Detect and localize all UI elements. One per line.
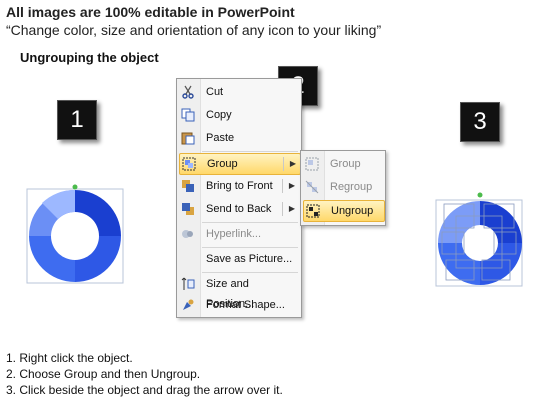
hyperlink-icon [182,230,193,238]
menu-item-hyperlink[interactable]: Hyperlink... [179,224,299,244]
submenu-item-label: Regroup [330,181,373,193]
step-box-1: 1 [57,100,97,140]
page-subtitle: “Change color, size and orientation of a… [6,22,382,38]
menu-item-label: Save as Picture... [206,253,293,265]
menu-item-label: Bring to Front [206,180,273,192]
chevron-right-icon: ▶ [289,159,296,168]
menu-item-copy[interactable]: Copy [179,105,299,125]
submenu-item-label: Group [330,158,361,170]
chevron-right-icon: ▶ [288,204,295,213]
menu-item-save-as-picture[interactable]: Save as Picture... [179,249,299,269]
chevron-right-icon: ▶ [288,181,295,190]
section-heading: Ungrouping the object [20,50,159,65]
menu-item-label: Group [207,158,238,170]
submenu-item-regroup[interactable]: Regroup [303,177,383,197]
menu-item-label: Format Shape... [206,299,285,311]
menu-item-format-shape[interactable]: Format Shape... [179,295,299,315]
group-icon [182,157,196,171]
menu-item-label: Paste [206,132,235,144]
submenu-item-label: Ungroup [331,205,374,217]
scissors-icon [182,85,194,99]
paste-icon [181,132,195,145]
menu-item-group[interactable]: Group ▶ [179,153,301,175]
menu-item-label: Hyperlink... [206,228,262,240]
instruction-step-2: 2. Choose Group and then Ungroup. [6,367,201,381]
menu-item-send-to-back[interactable]: Send to Back ▶ [179,199,299,219]
menu-item-label: Send to Back [206,203,272,215]
format-shape-icon [183,299,194,310]
group-submenu: Group Regroup Ungroup [300,150,386,226]
menu-item-size-and-position[interactable]: Size and Position... [179,274,299,310]
submenu-item-ungroup[interactable]: Ungroup [303,200,385,222]
donut-object-grouped[interactable] [20,180,130,292]
context-menu: Cut Copy Paste Group ▶ Bring to Front ▶ … [176,78,302,318]
menu-item-paste[interactable]: Paste [179,128,299,148]
send-to-back-icon [182,203,194,215]
group-icon [305,157,319,171]
rotate-handle[interactable] [477,192,483,198]
menu-separator [202,247,298,248]
instruction-step-1: 1. Right click the object. [6,351,133,365]
instruction-step-3: 3. Click beside the object and drag the … [6,383,283,397]
menu-separator [202,272,298,273]
menu-item-label: Cut [206,86,224,98]
instruction-list: 1. Right click the object. 2. Choose Gro… [6,350,283,398]
menu-separator [202,222,298,223]
copy-icon [181,108,195,122]
page-title: All images are 100% editable in PowerPoi… [6,4,295,20]
rotate-handle[interactable] [72,184,78,190]
menu-item-bring-to-front[interactable]: Bring to Front ▶ [179,176,299,196]
ungroup-icon [306,204,320,218]
submenu-item-group[interactable]: Group [303,154,383,174]
regroup-icon [305,180,319,194]
menu-item-label: Copy [206,109,232,121]
menu-item-cut[interactable]: Cut [179,82,299,102]
donut-object-ungrouped[interactable] [432,190,526,290]
step-box-3: 3 [460,102,500,142]
menu-separator [202,151,298,152]
bring-to-front-icon [182,180,194,192]
size-position-icon [181,277,195,290]
